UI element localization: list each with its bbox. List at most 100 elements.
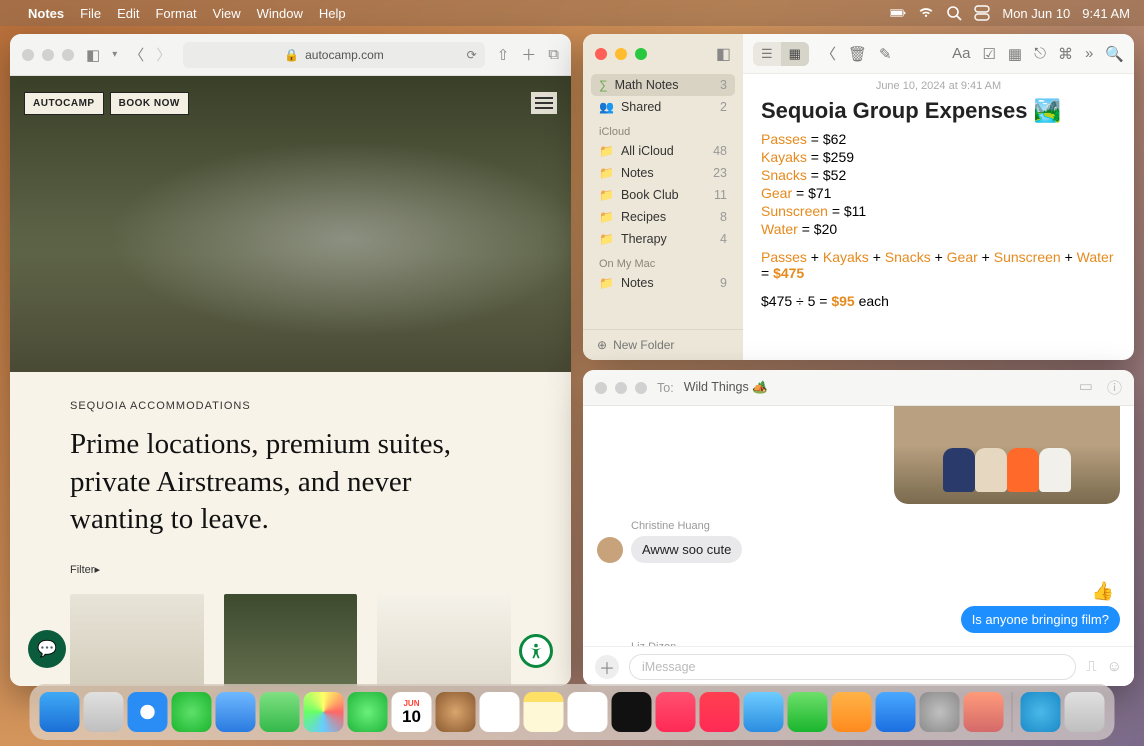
window-controls[interactable] xyxy=(595,48,647,60)
tapback-reaction[interactable]: 👍 xyxy=(1092,581,1114,602)
reload-icon[interactable]: ⟳ xyxy=(467,48,477,62)
message-thread[interactable]: Christine Huang Awww soo cute 👍 Is anyon… xyxy=(583,406,1134,646)
hamburger-menu[interactable] xyxy=(531,92,557,114)
listing-thumbnail[interactable] xyxy=(70,594,204,686)
audio-message-icon[interactable]: ⎍ xyxy=(1086,658,1097,675)
dock-safari[interactable] xyxy=(128,692,168,732)
dock-messages[interactable] xyxy=(172,692,212,732)
address-bar[interactable]: 🔒 autocamp.com ⟳ xyxy=(183,42,484,68)
app-menu[interactable]: Notes xyxy=(28,6,64,21)
dock-notes[interactable] xyxy=(524,692,564,732)
table-icon[interactable]: ▦ xyxy=(1008,45,1022,63)
checklist-icon[interactable]: ☑ xyxy=(982,45,995,63)
dock-downloads[interactable] xyxy=(1021,692,1061,732)
format-icon[interactable]: Aa xyxy=(952,45,970,62)
menu-window[interactable]: Window xyxy=(257,6,303,21)
menu-format[interactable]: Format xyxy=(155,6,196,21)
sidebar-item[interactable]: 📁Book Club11 xyxy=(591,184,735,206)
menubar-time[interactable]: 9:41 AM xyxy=(1082,6,1130,21)
messages-window: To: Wild Things 🏕️ ▭ ⓘ Christine Huang A… xyxy=(583,370,1134,686)
apps-button[interactable]: ＋ xyxy=(595,655,619,679)
menu-file[interactable]: File xyxy=(80,6,101,21)
link-icon[interactable]: ⌘ xyxy=(1058,45,1073,63)
dock-passwords[interactable] xyxy=(744,692,784,732)
window-controls[interactable] xyxy=(595,382,647,394)
video-call-icon[interactable]: ▭ xyxy=(1079,377,1093,398)
dock-contacts[interactable] xyxy=(436,692,476,732)
dock-appstore[interactable] xyxy=(876,692,916,732)
message-bubble-in[interactable]: Awww soo cute xyxy=(631,536,742,563)
sidebar-item[interactable]: 📁Notes9 xyxy=(591,272,735,294)
media-icon[interactable]: ⎋ xyxy=(1034,45,1046,62)
new-tab-icon[interactable]: ＋ xyxy=(521,44,536,65)
forward-icon[interactable]: 〉 xyxy=(156,44,171,65)
dock-reminders[interactable] xyxy=(480,692,520,732)
listing-thumbnail[interactable] xyxy=(377,594,511,686)
menubar-date[interactable]: Mon Jun 10 xyxy=(1002,6,1070,21)
note-body[interactable]: Sequoia Group Expenses 🏞️ Passes = $62Ka… xyxy=(743,92,1134,316)
expense-line: Sunscreen = $11 xyxy=(761,202,1116,220)
dock-news[interactable] xyxy=(700,692,740,732)
listing-thumbnail[interactable] xyxy=(224,594,358,686)
dock-facetime[interactable] xyxy=(348,692,388,732)
dock-trash[interactable] xyxy=(1065,692,1105,732)
brand-logo[interactable]: AUTOCAMP xyxy=(24,92,104,115)
control-center-icon[interactable] xyxy=(974,5,990,22)
dock-photos[interactable] xyxy=(304,692,344,732)
dock-maps[interactable] xyxy=(260,692,300,732)
dock-pages[interactable] xyxy=(832,692,872,732)
note-timestamp: June 10, 2024 at 9:41 AM xyxy=(743,74,1134,92)
back-icon[interactable]: 〈 xyxy=(129,44,144,65)
menu-edit[interactable]: Edit xyxy=(117,6,139,21)
window-controls[interactable] xyxy=(22,49,74,61)
dock-iphone-mirror[interactable] xyxy=(964,692,1004,732)
sidebar-item[interactable]: 📁All iCloud48 xyxy=(591,140,735,162)
more-icon[interactable]: » xyxy=(1085,45,1093,62)
chevron-down-icon[interactable]: ▾ xyxy=(112,49,117,60)
messages-header: To: Wild Things 🏕️ ▭ ⓘ xyxy=(583,370,1134,406)
battery-icon[interactable] xyxy=(890,5,906,22)
filter-control[interactable]: Filter▸ xyxy=(70,563,511,576)
to-value[interactable]: Wild Things 🏕️ xyxy=(684,380,768,395)
dock-launchpad[interactable] xyxy=(84,692,124,732)
shared-photo[interactable] xyxy=(894,406,1120,504)
menu-view[interactable]: View xyxy=(213,6,241,21)
sidebar-item[interactable]: ∑Math Notes3 xyxy=(591,74,735,96)
folder-icon: 📁 xyxy=(599,144,614,158)
compose-icon[interactable]: ✎ xyxy=(879,45,892,63)
dock-numbers[interactable] xyxy=(788,692,828,732)
sidebar-item[interactable]: 📁Recipes8 xyxy=(591,206,735,228)
menu-help[interactable]: Help xyxy=(319,6,346,21)
wifi-icon[interactable] xyxy=(918,5,934,22)
sidebar-item[interactable]: 📁Notes23 xyxy=(591,162,735,184)
delete-icon[interactable]: 🗑 xyxy=(848,45,867,63)
emoji-icon[interactable]: ☺ xyxy=(1107,658,1122,675)
new-folder-button[interactable]: ⊕ New Folder xyxy=(583,329,743,360)
sidebar-toggle-icon[interactable]: ◧ xyxy=(716,44,731,64)
avatar[interactable] xyxy=(597,537,623,563)
chat-fab[interactable]: 💬 xyxy=(28,630,66,668)
accessibility-fab[interactable] xyxy=(519,634,553,668)
search-icon[interactable]: 🔍 xyxy=(1105,45,1124,63)
spotlight-icon[interactable] xyxy=(946,5,962,22)
dock-finder[interactable] xyxy=(40,692,80,732)
dock-tv[interactable] xyxy=(612,692,652,732)
book-now-button[interactable]: BOOK NOW xyxy=(110,92,189,115)
share-icon[interactable]: ⇧ xyxy=(497,46,510,64)
message-bubble-out[interactable]: Is anyone bringing film? xyxy=(961,606,1120,633)
sidebar-item[interactable]: 📁Therapy4 xyxy=(591,228,735,250)
back-icon[interactable]: 〈 xyxy=(821,43,836,64)
tabs-overview-icon[interactable]: ⧉ xyxy=(548,46,559,63)
dock-freeform[interactable] xyxy=(568,692,608,732)
dock-calendar[interactable]: JUN10 xyxy=(392,692,432,732)
view-toggle[interactable]: ☰▦ xyxy=(753,42,809,66)
sidebar-item[interactable]: 👥Shared2 xyxy=(591,96,735,118)
info-icon[interactable]: ⓘ xyxy=(1107,377,1122,398)
sidebar-toggle-icon[interactable]: ◧ xyxy=(86,46,100,64)
message-input[interactable]: iMessage xyxy=(629,654,1076,680)
dock-mail[interactable] xyxy=(216,692,256,732)
dock-music[interactable] xyxy=(656,692,696,732)
dock-settings[interactable] xyxy=(920,692,960,732)
sidebar-section-header[interactable]: iCloud xyxy=(591,118,735,140)
sidebar-section-header[interactable]: On My Mac xyxy=(591,250,735,272)
